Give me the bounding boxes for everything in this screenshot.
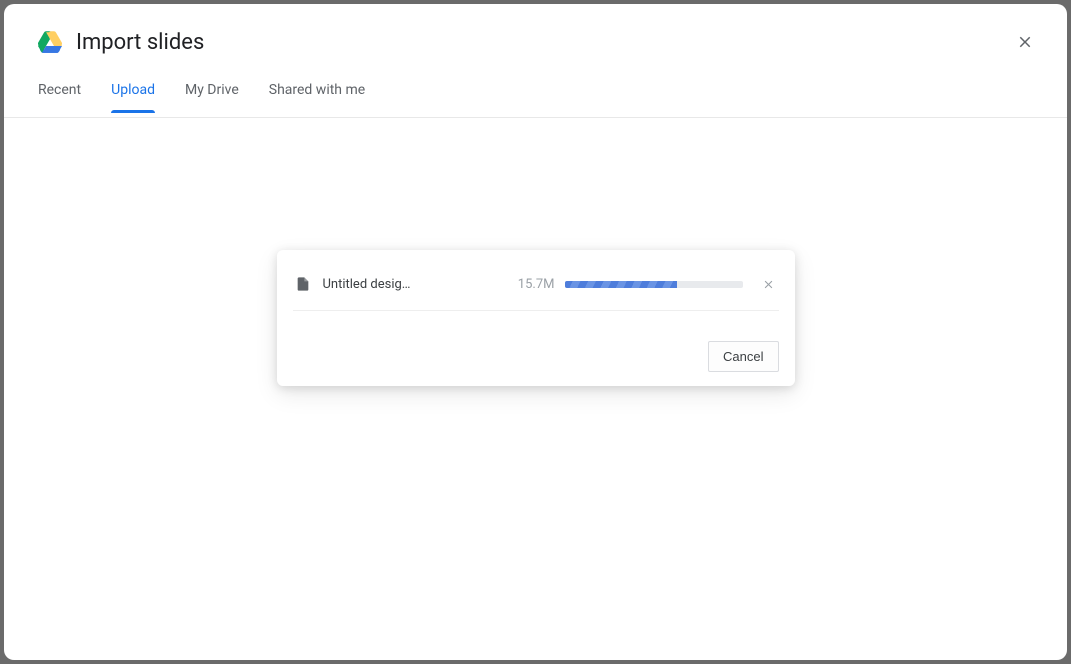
tab-my-drive[interactable]: My Drive — [185, 72, 239, 112]
upload-progress-card: Untitled desig… 15.7M Cancel — [277, 250, 795, 386]
cancel-button[interactable]: Cancel — [708, 341, 778, 372]
close-icon — [1016, 33, 1034, 51]
import-slides-dialog: Import slides Recent Upload My Drive Sha… — [4, 4, 1067, 660]
upload-row: Untitled desig… 15.7M — [293, 274, 779, 311]
close-button[interactable] — [1011, 28, 1039, 56]
dialog-content: Untitled desig… 15.7M Cancel — [4, 118, 1067, 660]
upload-progress-bar — [565, 281, 743, 288]
close-icon — [762, 278, 775, 291]
dialog-header: Import slides — [4, 4, 1067, 72]
tab-shared-with-me[interactable]: Shared with me — [269, 72, 365, 112]
tab-recent[interactable]: Recent — [38, 72, 81, 112]
tab-upload[interactable]: Upload — [111, 72, 155, 112]
cancel-upload-button[interactable] — [761, 276, 777, 292]
dialog-title: Import slides — [76, 30, 1011, 55]
tabs-bar: Recent Upload My Drive Shared with me — [4, 72, 1067, 118]
upload-file-name: Untitled desig… — [323, 277, 451, 292]
file-icon — [295, 274, 311, 294]
upload-progress-fill — [565, 281, 677, 288]
google-drive-icon — [38, 32, 62, 54]
upload-file-size: 15.7M — [518, 277, 555, 292]
card-footer: Cancel — [293, 311, 779, 372]
